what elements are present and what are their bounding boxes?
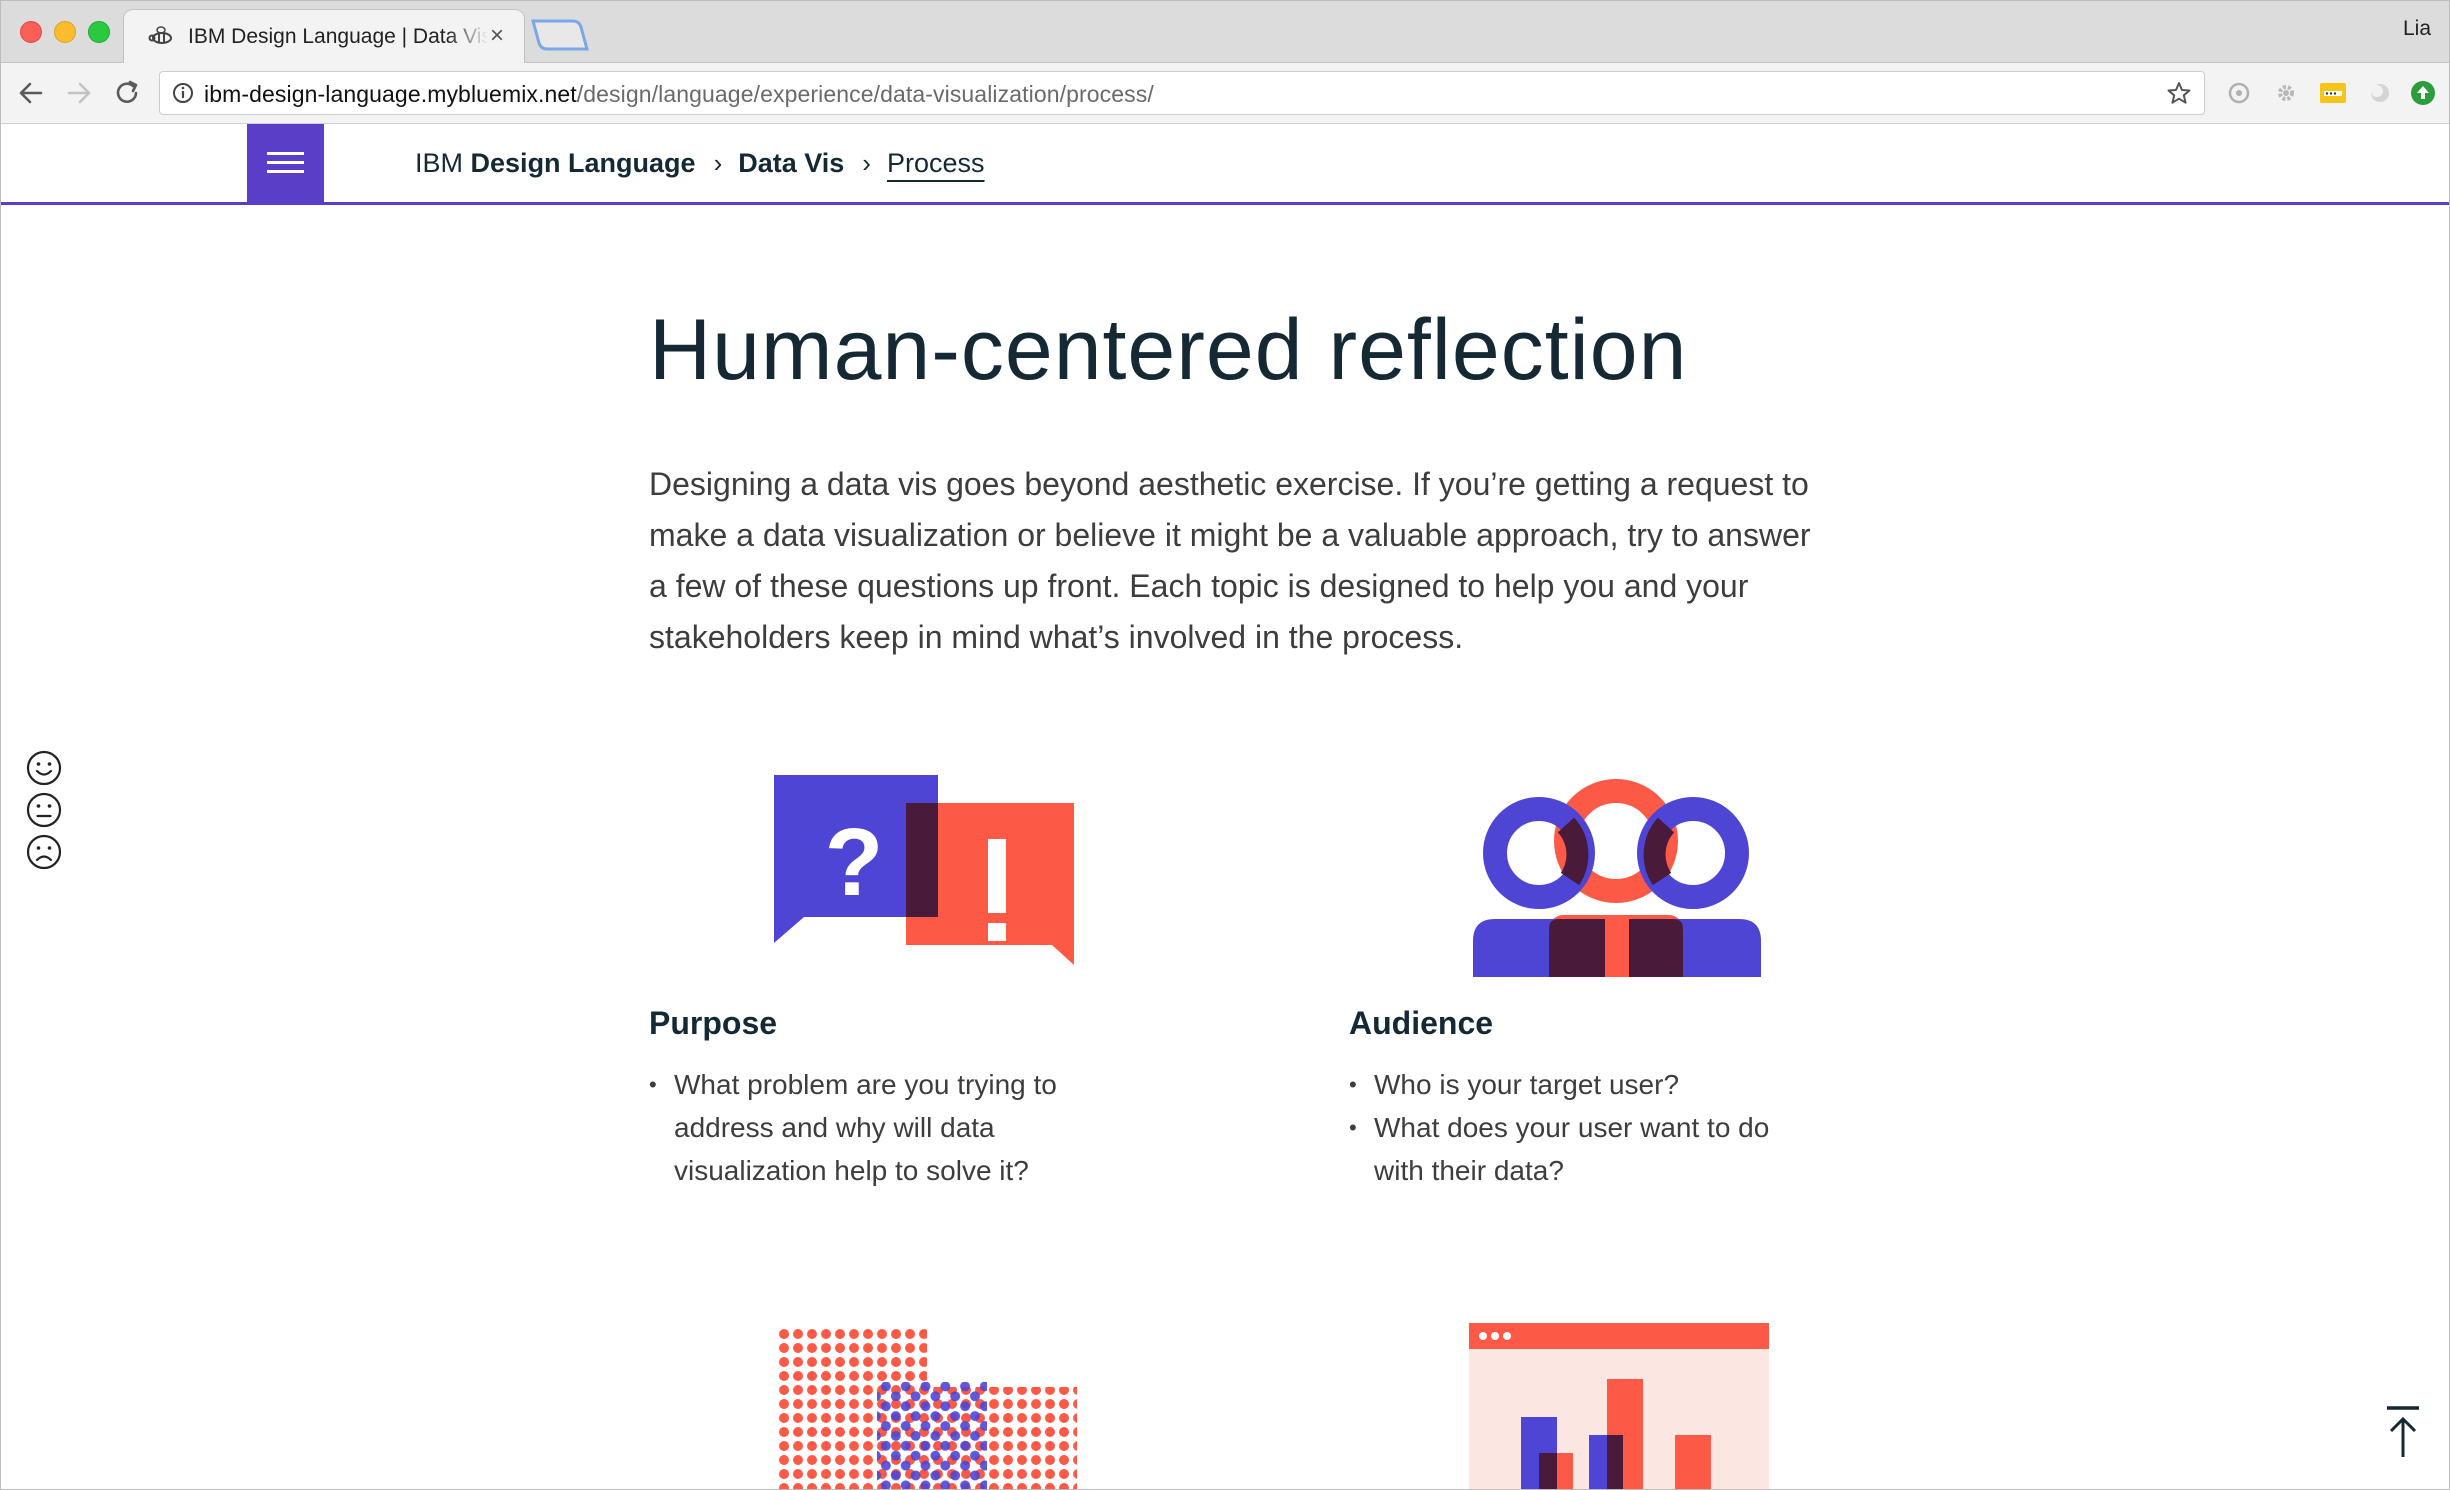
new-tab-button[interactable] [529,19,589,53]
browser-window: IBM Design Language | Data Vis × Lia ibm… [0,0,2450,1490]
extension-password-icon[interactable] [2319,79,2347,107]
smile-face-icon[interactable] [25,749,63,787]
feedback-widget [25,749,65,875]
frown-face-icon[interactable] [25,833,63,871]
list-item: Who is your target user? [1349,1063,1804,1106]
hamburger-menu-button[interactable] [247,124,324,202]
browser-tab-active[interactable]: IBM Design Language | Data Vis × [123,9,525,64]
window-minimize-button[interactable] [54,21,76,43]
url-text[interactable]: ibm-design-language.mybluemix.net/design… [204,81,1154,108]
list-item: What does your user want to do with thei… [1349,1106,1804,1192]
topic-question-list: Who is your target user? What does your … [1349,1063,1804,1192]
bee-favicon-icon [148,26,172,44]
question-exclamation-speech-bubbles-icon: ? [774,775,1074,965]
chevron-right-icon: › [862,148,871,178]
bookmark-star-icon[interactable] [2166,80,2192,106]
breadcrumb-current[interactable]: Process [887,148,985,178]
forward-arrow-icon[interactable] [63,77,95,109]
arrow-up-icon[interactable] [2385,1405,2421,1459]
page-title: Human-centered reflection [649,302,1688,398]
topic-title: Purpose [649,1005,778,1041]
tab-strip: IBM Design Language | Data Vis × Lia [1,1,2449,64]
address-bar[interactable]: ibm-design-language.mybluemix.net/design… [159,71,2205,115]
brand-name: Design Language [470,148,696,178]
window-close-button[interactable] [20,21,42,43]
topic-title: Audience [1349,1005,1494,1041]
site-header: IBM Design Language › Data Vis › Process [1,124,2449,205]
browser-toolbar: ibm-design-language.mybluemix.net/design… [1,63,2449,124]
window-maximize-button[interactable] [88,21,110,43]
tab-close-icon[interactable]: × [490,22,504,50]
url-host: ibm-design-language.mybluemix.net [204,81,577,107]
dot-pattern-illustration [777,1327,1077,1489]
breadcrumb-section[interactable]: Data Vis [738,148,844,178]
topic-question-list: What problem are you trying to address a… [649,1063,1134,1192]
extension-upload-icon[interactable] [2409,79,2437,107]
back-arrow-icon[interactable] [15,77,47,109]
reload-icon[interactable] [111,77,143,109]
brand-prefix: IBM [415,148,464,178]
bar-chart-window-illustration [1469,1323,1769,1489]
url-path: /design/language/experience/data-visuali… [576,81,1154,107]
extension-record-icon[interactable] [2225,79,2253,107]
audience-people-icon [1473,779,1761,977]
intro-paragraph: Designing a data vis goes beyond aesthet… [649,466,1811,655]
breadcrumb: IBM Design Language › Data Vis › Process [415,148,985,179]
extension-gear-icon[interactable] [2272,79,2300,107]
svg-text:?: ? [825,809,884,916]
chevron-right-icon: › [713,148,723,178]
tab-title: IBM Design Language | Data Vis [188,25,488,49]
profile-name[interactable]: Lia [2403,17,2431,41]
extension-shield-icon[interactable] [2366,79,2394,107]
list-item: What problem are you trying to address a… [649,1063,1134,1192]
neutral-face-icon[interactable] [25,791,63,829]
info-icon[interactable] [172,82,194,104]
breadcrumb-home[interactable]: IBM Design Language [415,148,696,178]
